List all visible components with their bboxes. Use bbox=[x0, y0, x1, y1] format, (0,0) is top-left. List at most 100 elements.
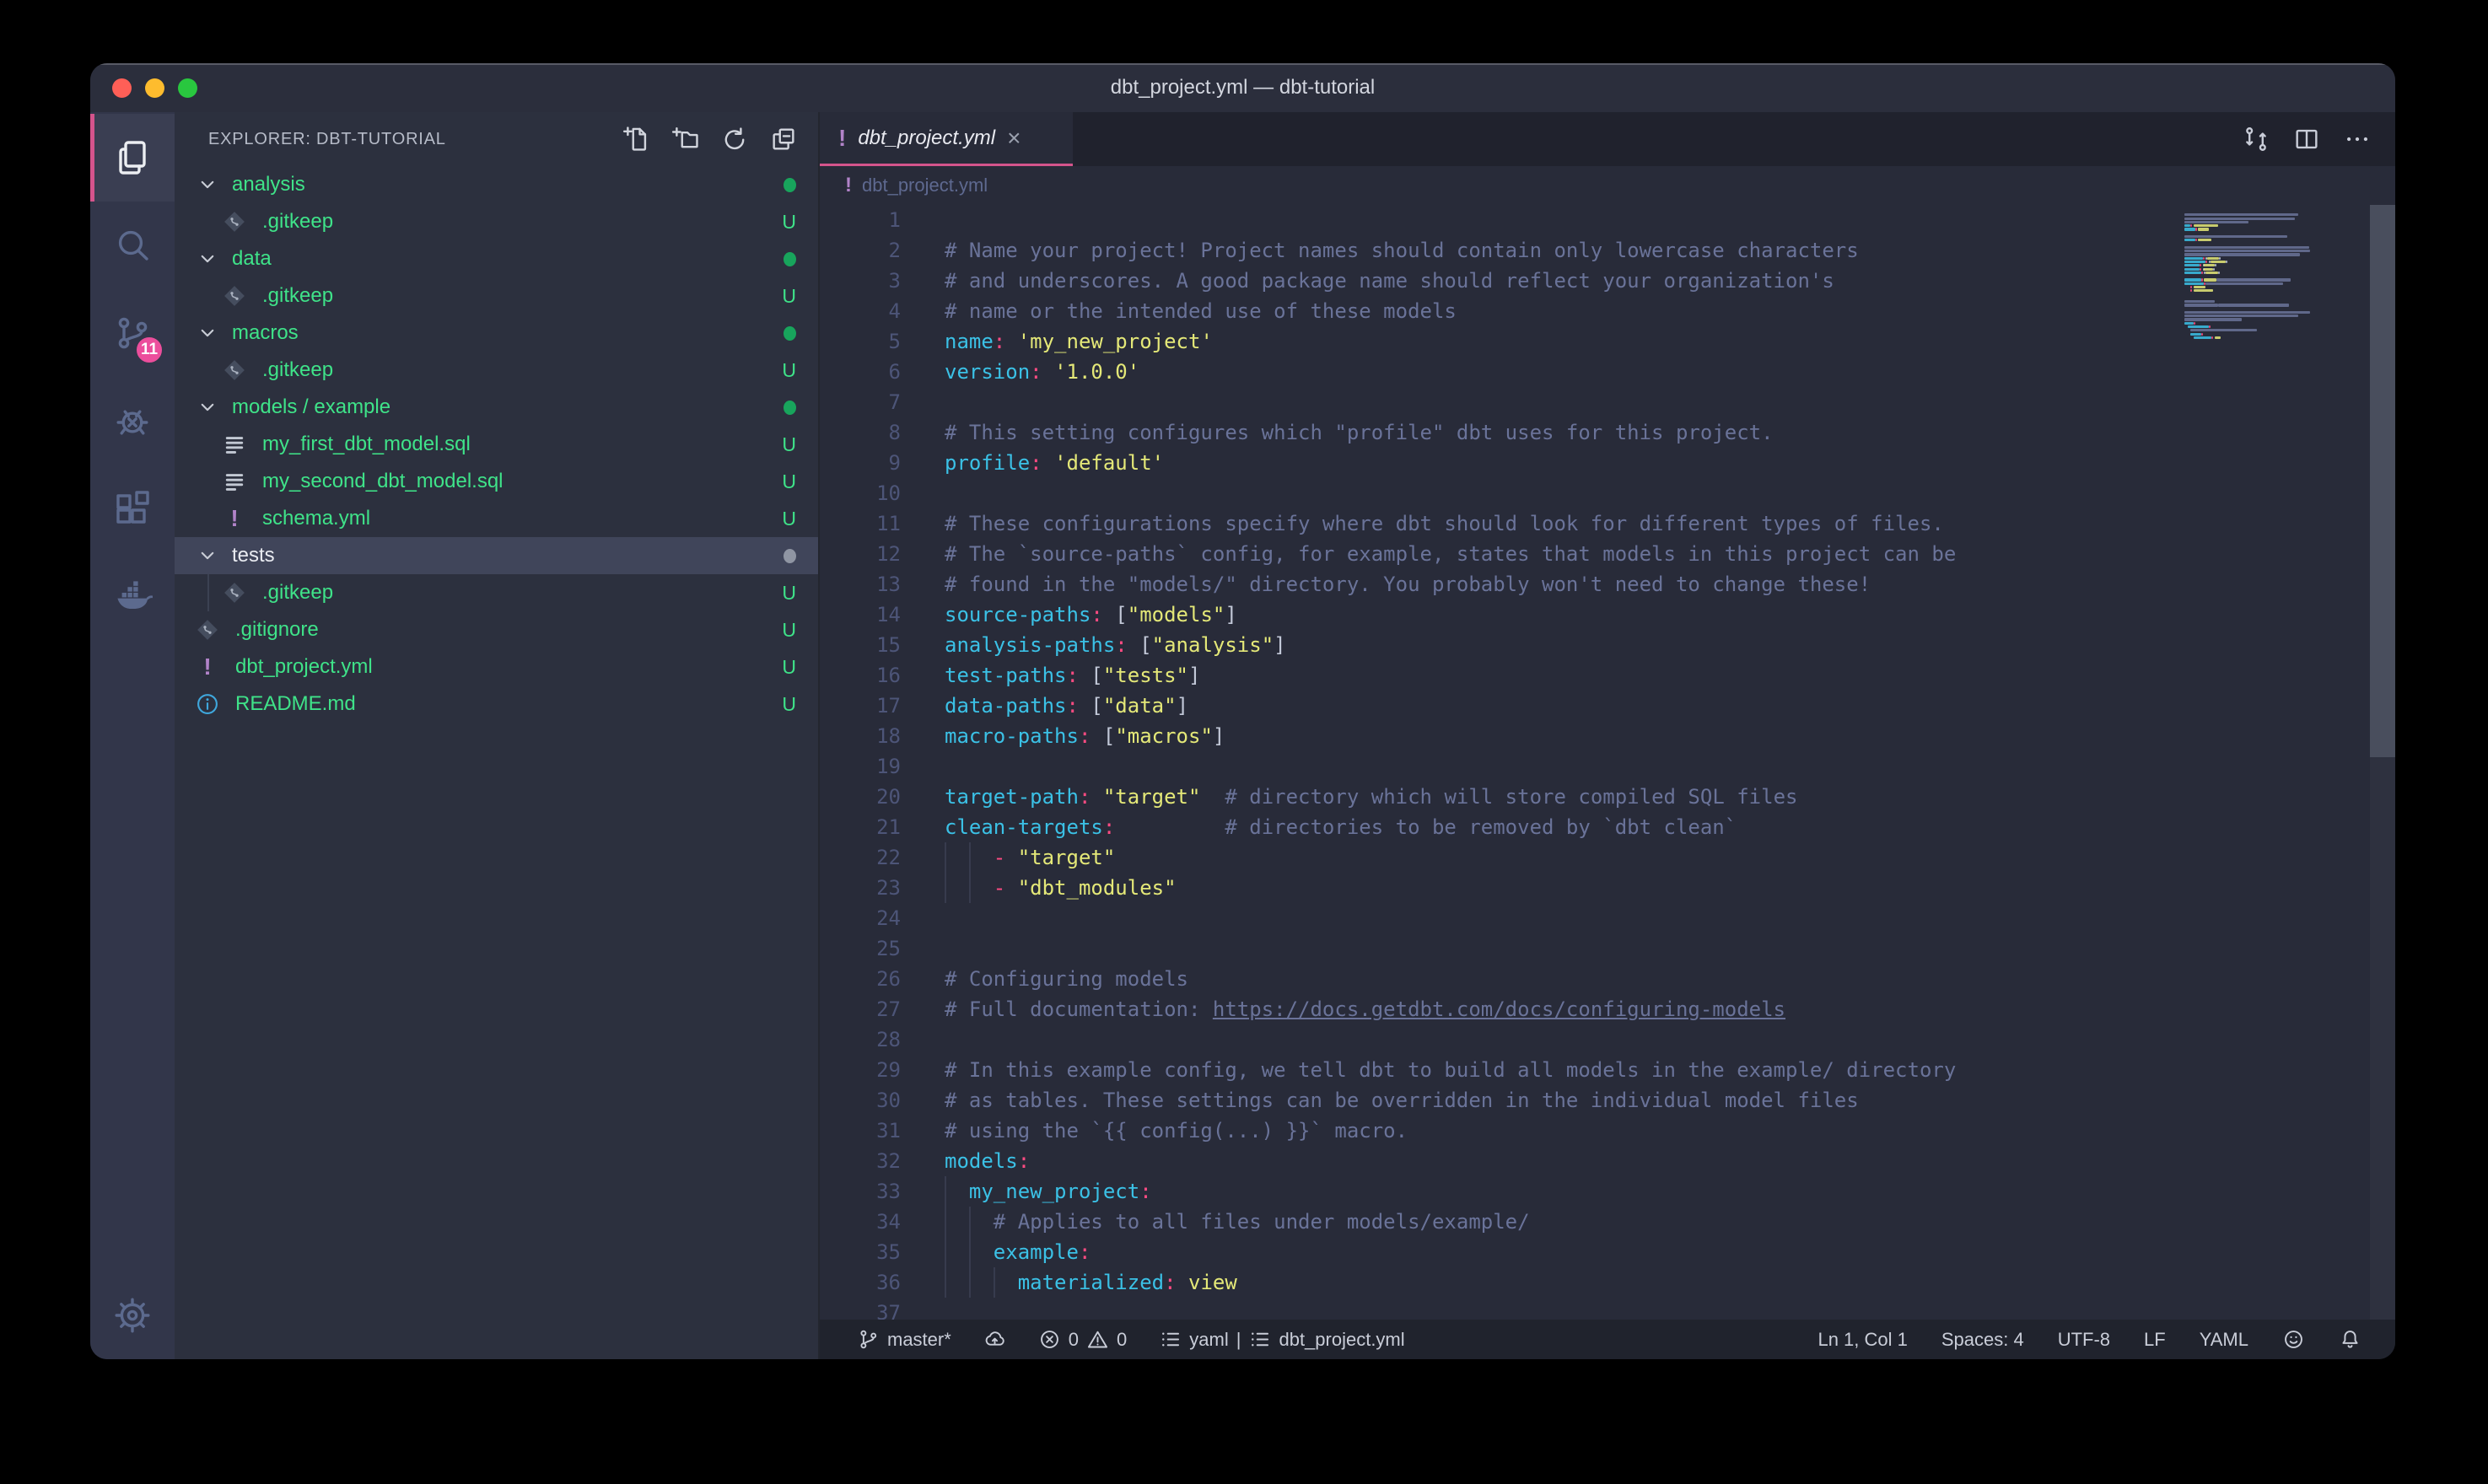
cloud-upload-icon bbox=[983, 1328, 1006, 1351]
code-line: 7 bbox=[820, 387, 2395, 417]
git-status-dot bbox=[784, 549, 796, 563]
tab-dbt-project-yml[interactable]: ! dbt_project.yml × bbox=[820, 112, 1073, 166]
code-line: 21 clean-targets: # directories to be re… bbox=[820, 812, 2395, 842]
code-line: 30 # as tables. These settings can be ov… bbox=[820, 1085, 2395, 1116]
git-untracked-badge: U bbox=[782, 359, 796, 382]
tree-item-macros[interactable]: macros bbox=[175, 315, 818, 352]
code-editor[interactable]: 1 2 # Name your project! Project names s… bbox=[820, 205, 2395, 1320]
code-line: 8 # This setting configures which "profi… bbox=[820, 417, 2395, 448]
tree-item--gitignore[interactable]: .gitignoreU bbox=[175, 611, 818, 648]
line-number: 13 bbox=[820, 569, 901, 600]
code-line: 9 profile: 'default' bbox=[820, 448, 2395, 478]
code-line: 36 materialized: view bbox=[820, 1267, 2395, 1298]
status-notifications[interactable] bbox=[2339, 1328, 2361, 1351]
line-number: 9 bbox=[820, 448, 901, 478]
status-bar: master* 00 yaml|dbt_project.yml Ln 1, Col … bbox=[820, 1320, 2395, 1359]
activitybar-item-extensions[interactable] bbox=[90, 465, 175, 552]
status-cursor-position[interactable]: Ln 1, Col 1 bbox=[1818, 1328, 1907, 1351]
tree-item-readme-md[interactable]: README.mdU bbox=[175, 686, 818, 723]
tree-item--gitkeep[interactable]: .gitkeepU bbox=[175, 277, 818, 315]
chevron-down-icon bbox=[195, 543, 220, 568]
status-problems[interactable]: 00 bbox=[1038, 1328, 1128, 1351]
zoom-window-button[interactable] bbox=[178, 78, 197, 98]
line-number: 1 bbox=[820, 205, 901, 235]
code-line: 6 version: '1.0.0' bbox=[820, 357, 2395, 387]
line-number: 5 bbox=[820, 326, 901, 357]
git-untracked-badge: U bbox=[782, 619, 796, 642]
tree-item-models-example[interactable]: models / example bbox=[175, 389, 818, 426]
tree-item-schema-yml[interactable]: !schema.ymlU bbox=[175, 500, 818, 537]
tree-item-tests[interactable]: tests bbox=[175, 537, 818, 574]
activitybar-item-explorer[interactable] bbox=[90, 114, 175, 202]
status-language-mode[interactable]: YAML bbox=[2200, 1328, 2248, 1351]
activitybar-item-docker[interactable] bbox=[90, 552, 175, 640]
collapse-folders-button[interactable] bbox=[769, 125, 798, 153]
tree-item-data[interactable]: data bbox=[175, 240, 818, 277]
code-line: 13 # found in the "models/" directory. Y… bbox=[820, 569, 2395, 600]
chevron-down-icon bbox=[195, 246, 220, 272]
code-line: 5 name: 'my_new_project' bbox=[820, 326, 2395, 357]
git-file-icon bbox=[195, 616, 220, 643]
minimap[interactable] bbox=[2184, 210, 2363, 343]
code-line: 27 # Full documentation: https://docs.ge… bbox=[820, 994, 2395, 1024]
code-line: 16 test-paths: ["tests"] bbox=[820, 660, 2395, 691]
close-tab-icon[interactable]: × bbox=[1007, 126, 1021, 150]
chevron-down-icon bbox=[195, 395, 220, 420]
code-line: 37 bbox=[820, 1298, 2395, 1320]
scrollbar-thumb[interactable] bbox=[2370, 205, 2395, 757]
activitybar-item-search[interactable] bbox=[90, 202, 175, 289]
code-line: 28 bbox=[820, 1024, 2395, 1055]
line-number: 33 bbox=[820, 1176, 901, 1207]
git-untracked-badge: U bbox=[782, 656, 796, 679]
activity-bar: 11 bbox=[90, 112, 175, 1359]
tree-item-my-second-dbt-model-sql[interactable]: my_second_dbt_model.sqlU bbox=[175, 463, 818, 500]
git-status-dot bbox=[784, 326, 796, 341]
status-feedback[interactable] bbox=[2282, 1328, 2305, 1351]
editor-actions bbox=[2242, 112, 2395, 166]
status-indentation[interactable]: Spaces: 4 bbox=[1941, 1328, 2024, 1351]
git-file-icon bbox=[222, 282, 247, 309]
status-encoding[interactable]: UTF-8 bbox=[2058, 1328, 2110, 1351]
code-line: 2 # Name your project! Project names sho… bbox=[820, 235, 2395, 266]
tree-item--gitkeep[interactable]: .gitkeepU bbox=[175, 203, 818, 240]
new-file-button[interactable] bbox=[622, 125, 651, 153]
search-icon bbox=[112, 225, 153, 266]
new-folder-button[interactable] bbox=[671, 125, 700, 153]
code-line: 35 example: bbox=[820, 1237, 2395, 1267]
status-sync-status[interactable] bbox=[983, 1328, 1006, 1351]
tree-item-dbt-project-yml[interactable]: !dbt_project.ymlU bbox=[175, 648, 818, 686]
line-number: 23 bbox=[820, 873, 901, 903]
line-number: 7 bbox=[820, 387, 901, 417]
tree-item-my-first-dbt-model-sql[interactable]: my_first_dbt_model.sqlU bbox=[175, 426, 818, 463]
line-number: 15 bbox=[820, 630, 901, 660]
title-bar[interactable]: dbt_project.yml — dbt-tutorial bbox=[90, 63, 2395, 112]
activitybar-item-debug[interactable] bbox=[90, 377, 175, 465]
tree-item-analysis[interactable]: analysis bbox=[175, 166, 818, 203]
sql-file-icon bbox=[222, 468, 247, 495]
tree-item--gitkeep[interactable]: .gitkeepU bbox=[175, 352, 818, 389]
code-line: 29 # In this example config, we tell dbt… bbox=[820, 1055, 2395, 1085]
explorer-header-title: EXPLORER: DBT-TUTORIAL bbox=[208, 130, 622, 149]
chevron-down-icon bbox=[195, 172, 220, 197]
activitybar-item-source-control[interactable]: 11 bbox=[90, 289, 175, 377]
git-status-dot bbox=[784, 401, 796, 415]
minimize-window-button[interactable] bbox=[145, 78, 164, 98]
line-number: 8 bbox=[820, 417, 901, 448]
status-outline[interactable]: yaml|dbt_project.yml bbox=[1159, 1328, 1404, 1351]
code-line: 19 bbox=[820, 751, 2395, 782]
split-editor-button[interactable] bbox=[2292, 125, 2321, 153]
yaml-warning-icon: ! bbox=[845, 175, 852, 196]
gear-icon bbox=[112, 1295, 153, 1336]
tree-item--gitkeep[interactable]: .gitkeepU bbox=[175, 574, 818, 611]
refresh-explorer-button[interactable] bbox=[720, 125, 749, 153]
breadcrumb[interactable]: ! dbt_project.yml bbox=[820, 166, 2395, 205]
status-eol[interactable]: LF bbox=[2144, 1328, 2166, 1351]
open-changes-button[interactable] bbox=[2242, 125, 2270, 153]
code-line: 20 target-path: "target" # directory whi… bbox=[820, 782, 2395, 812]
more-actions-button[interactable] bbox=[2343, 125, 2372, 153]
close-window-button[interactable] bbox=[112, 78, 132, 98]
editor-scrollbar[interactable] bbox=[2370, 205, 2395, 1320]
explorer-actions bbox=[622, 125, 798, 153]
activitybar-item-manage[interactable] bbox=[90, 1272, 175, 1359]
status-git-branch-status[interactable]: master* bbox=[857, 1328, 951, 1351]
